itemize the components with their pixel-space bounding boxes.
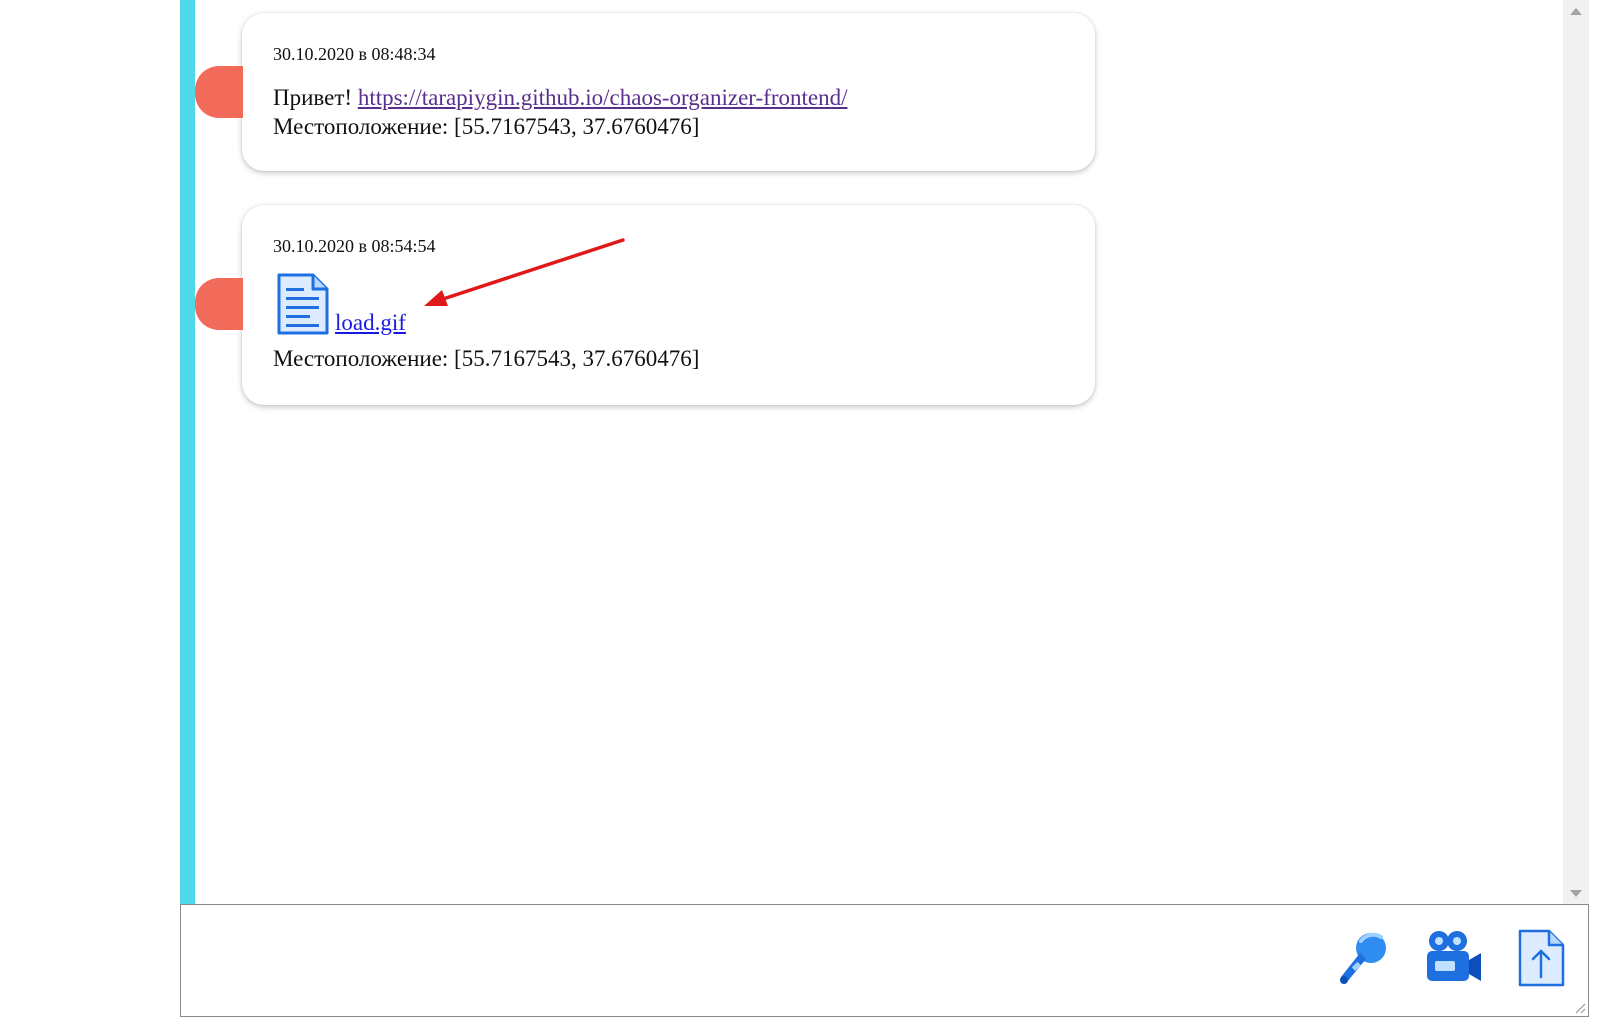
message-location: Местоположение: [55.7167543, 37.6760476]: [273, 346, 700, 371]
file-download-link[interactable]: load.gif: [273, 271, 406, 337]
scroll-down-button[interactable]: [1563, 882, 1589, 904]
scroll-up-button[interactable]: [1563, 0, 1589, 22]
feed-scrollbar[interactable]: [1563, 0, 1589, 904]
chat-app: 30.10.2020 в 08:48:34 Привет! https://ta…: [0, 0, 1611, 1027]
video-camera-icon: [1427, 931, 1481, 981]
upload-file-button[interactable]: [1511, 927, 1573, 989]
document-icon: [273, 271, 331, 337]
file-name: load.gif: [335, 310, 406, 335]
message-composer: [180, 904, 1589, 1017]
resize-grip-icon[interactable]: [1574, 1002, 1586, 1014]
message-card: 30.10.2020 в 08:48:34 Привет! https://ta…: [195, 13, 1095, 171]
record-audio-button[interactable]: [1331, 927, 1393, 989]
message-greeting: Привет!: [273, 85, 358, 110]
message-feed[interactable]: 30.10.2020 в 08:48:34 Привет! https://ta…: [195, 0, 1563, 904]
arrow-up-icon: [1570, 7, 1582, 15]
message-location: Местоположение: [55.7167543, 37.6760476]: [273, 114, 700, 139]
arrow-down-icon: [1570, 889, 1582, 897]
message-card: 30.10.2020 в 08:54:54 load.gif Местополо…: [195, 205, 1095, 405]
file-upload-icon: [1518, 929, 1565, 987]
file-attachment: load.gif: [273, 271, 1065, 344]
message-marker: [195, 278, 243, 330]
timeline-bar: [180, 0, 195, 904]
record-video-button[interactable]: [1421, 927, 1483, 989]
message-timestamp: 30.10.2020 в 08:48:34: [273, 44, 436, 64]
message-timestamp: 30.10.2020 в 08:54:54: [273, 236, 436, 256]
microphone-icon: [1340, 932, 1386, 984]
message-marker: [195, 66, 243, 118]
message-text: Привет! https://tarapiygin.github.io/cha…: [273, 83, 1065, 112]
message-link[interactable]: https://tarapiygin.github.io/chaos-organ…: [358, 85, 848, 110]
